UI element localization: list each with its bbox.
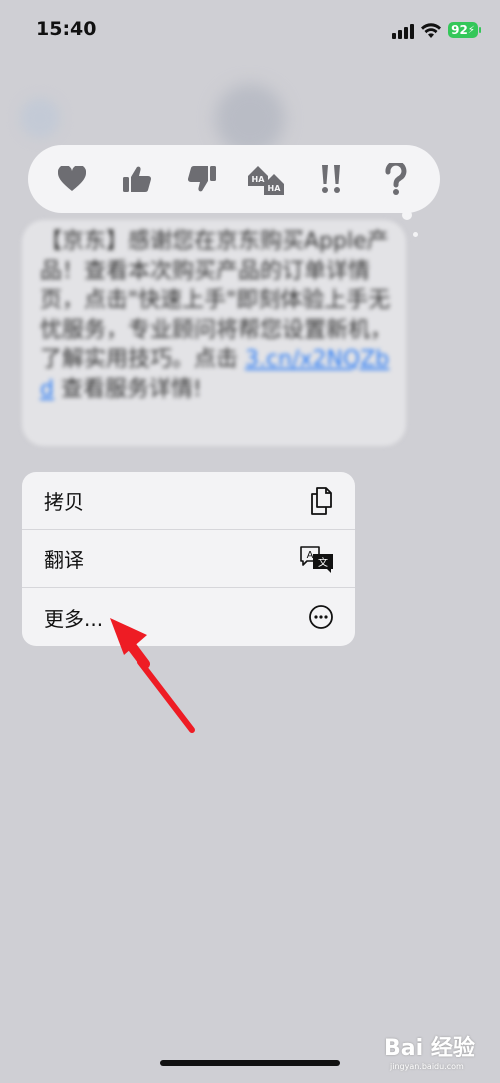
thumbs-up-icon [122,166,151,192]
menu-item-label: 拷贝 [44,490,84,514]
watermark-logo-text: Bai 经验 [384,1036,475,1061]
blurred-contact-avatar [215,84,285,154]
question-icon [385,163,407,195]
tapback-thumbs-up[interactable] [117,159,157,199]
svg-text:HA: HA [252,175,266,184]
battery-level: 92 [451,23,468,37]
charging-bolt-icon: ⚡ [467,24,475,36]
copy-icon [307,486,335,515]
tapback-tail-dot-small [413,232,418,237]
menu-item-label: 更多... [44,606,104,631]
menu-item-copy[interactable]: 拷贝 [22,472,355,530]
tapback-heart[interactable] [52,159,92,199]
blurred-back-button [20,98,60,138]
tapback-tail-dot [402,210,412,220]
annotation-arrow [110,618,195,733]
translate-icon: A 文 [299,545,335,573]
heart-icon [58,166,86,191]
wifi-icon [421,23,441,38]
home-indicator [160,1060,340,1066]
baidu-jingyan-watermark: Bai 经验 jingyan.baidu.com [384,1030,494,1075]
tapback-haha[interactable]: HA HA [246,159,286,199]
haha-icon: HA HA [248,166,285,195]
menu-item-translate[interactable]: 翻译 A 文 [22,530,355,588]
message-text: 【京东】感谢您在京东购买Apple产品！查看本次购买产品的订单详情页，点击"快速… [40,227,392,404]
exclamation-icon [322,165,341,193]
svg-text:文: 文 [318,556,328,569]
message-body-end: 查看服务详情! [53,376,202,402]
status-time: 15:40 [36,18,97,40]
tapback-thumbs-down[interactable] [182,159,222,199]
svg-text:A: A [307,550,314,561]
thumbs-down-icon [187,166,216,192]
tapback-bar: HA HA [28,145,440,213]
tapback-exclamation[interactable] [311,159,351,199]
svg-text:HA: HA [268,184,282,193]
battery-nub [479,27,481,33]
cellular-signal-icon [392,24,414,39]
battery-indicator: 92 ⚡ [448,22,478,38]
status-bar: 15:40 92 ⚡ [0,0,500,60]
watermark-url: jingyan.baidu.com [390,1062,464,1071]
more-icon [307,603,335,631]
menu-item-label: 翻译 [44,548,84,572]
tapback-question[interactable] [376,159,416,199]
